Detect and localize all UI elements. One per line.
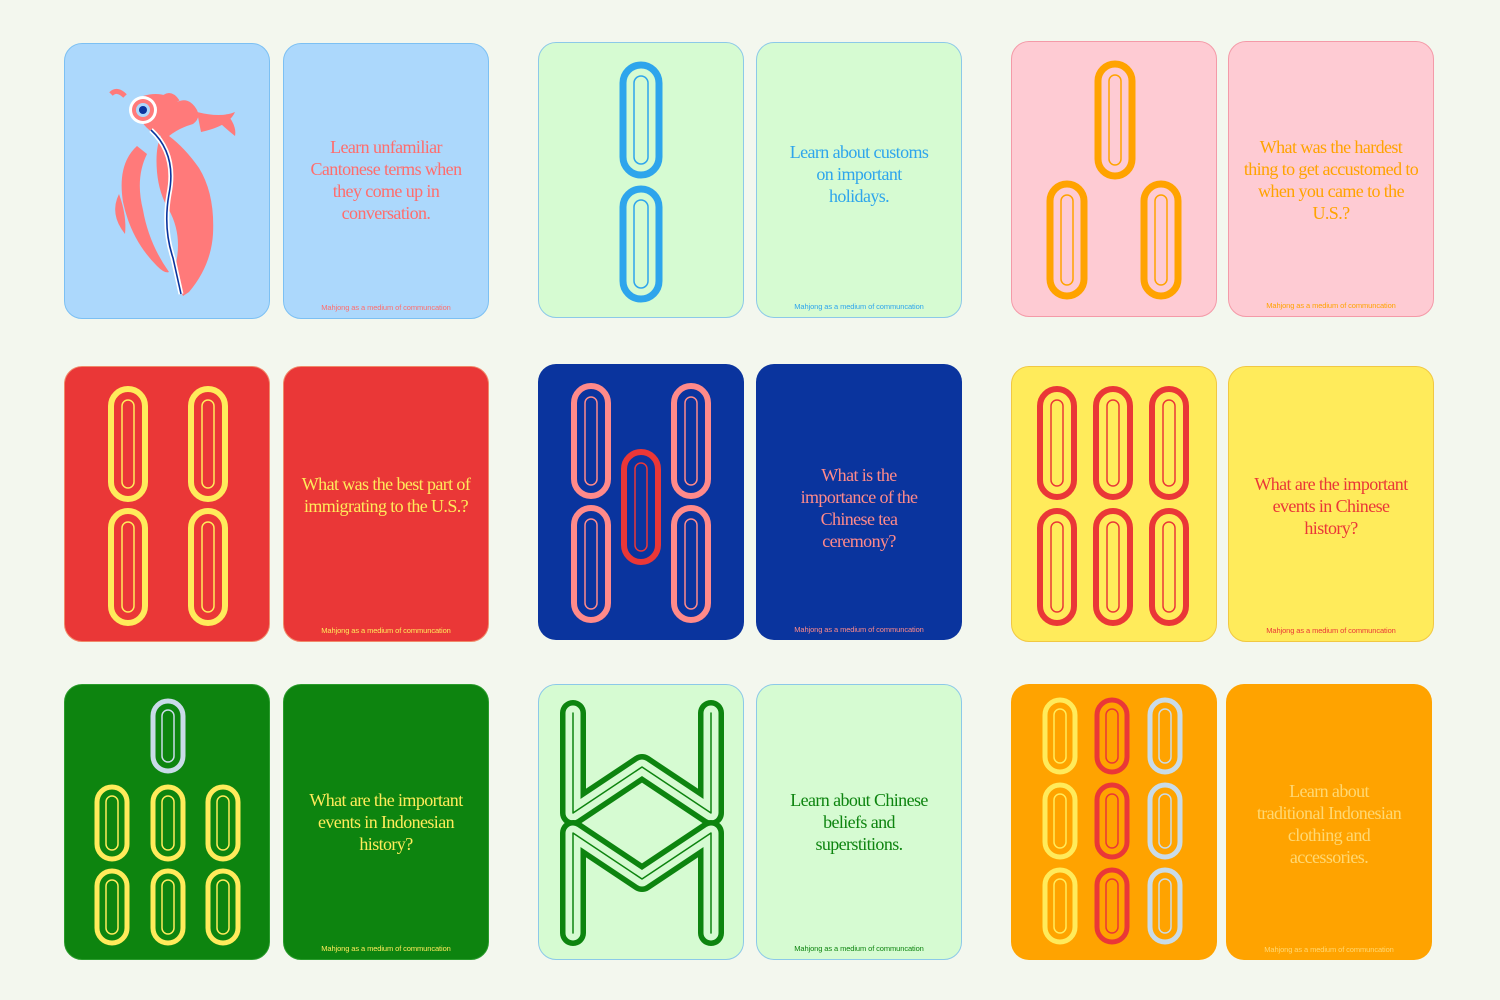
card-footer: Mahjong as a medium of communcation — [321, 626, 451, 635]
card-footer: Mahjong as a medium of communcation — [321, 944, 451, 953]
bamboo-stick-icon — [560, 700, 724, 946]
bamboo-stick-icon — [571, 383, 711, 623]
bamboo-stick-icon — [108, 386, 228, 626]
card-footer: Mahjong as a medium of communcation — [321, 303, 451, 312]
card-question: Learn about customs on important holiday… — [789, 142, 929, 206]
card-footer: Mahjong as a medium of communcation — [794, 625, 924, 634]
question-card-chinese-history: What are the important events in Chinese… — [1228, 366, 1434, 642]
question-card-tea-ceremony: What is the importance of the Chinese te… — [756, 364, 962, 640]
bamboo-stick-icon — [1042, 697, 1183, 945]
tile-bird-card — [64, 43, 270, 319]
bamboo-stick-icon — [94, 698, 241, 946]
tile-five-bamboo-card — [538, 364, 744, 640]
card-footer: Mahjong as a medium of communcation — [1266, 301, 1396, 310]
card-question: Learn about traditional Indonesian cloth… — [1256, 781, 1402, 867]
card-footer: Mahjong as a medium of communcation — [794, 302, 924, 311]
tile-eight-bamboo-card — [538, 684, 744, 960]
card-question: Learn about Chinese beliefs and supersti… — [790, 790, 928, 854]
bamboo-stick-icon — [1037, 386, 1189, 626]
tile-seven-bamboo-card — [64, 684, 270, 960]
question-card-cantonese: Learn unfamiliar Cantonese terms when th… — [283, 43, 489, 319]
tile-four-bamboo-card — [64, 366, 270, 642]
card-question: What was the hardest thing to get accust… — [1243, 137, 1419, 223]
bamboo-stick-icon — [1046, 60, 1182, 300]
card-question: What is the importance of the Chinese te… — [800, 465, 918, 551]
card-question: Learn unfamiliar Cantonese terms when th… — [310, 137, 463, 223]
card-footer: Mahjong as a medium of communcation — [794, 944, 924, 953]
card-question: What are the important events in Chinese… — [1254, 474, 1408, 538]
card-question: What are the important events in Indones… — [309, 790, 463, 854]
question-card-immigrating: What was the best part of immigrating to… — [283, 366, 489, 642]
question-card-clothing: Learn about traditional Indonesian cloth… — [1226, 684, 1432, 960]
bamboo-stick-icon — [619, 61, 663, 303]
tile-nine-bamboo-card — [1011, 684, 1217, 960]
bird-icon — [109, 88, 236, 296]
tile-three-bamboo-card — [1011, 41, 1217, 317]
question-card-holidays: Learn about customs on important holiday… — [756, 42, 962, 318]
card-footer: Mahjong as a medium of communcation — [1266, 626, 1396, 635]
tile-two-bamboo-card — [538, 42, 744, 318]
card-footer: Mahjong as a medium of communcation — [1264, 945, 1394, 954]
question-card-accustomed: What was the hardest thing to get accust… — [1228, 41, 1434, 317]
question-card-beliefs: Learn about Chinese beliefs and supersti… — [756, 684, 962, 960]
tile-six-bamboo-card — [1011, 366, 1217, 642]
card-question: What was the best part of immigrating to… — [301, 474, 471, 516]
question-card-indonesian-history: What are the important events in Indones… — [283, 684, 489, 960]
